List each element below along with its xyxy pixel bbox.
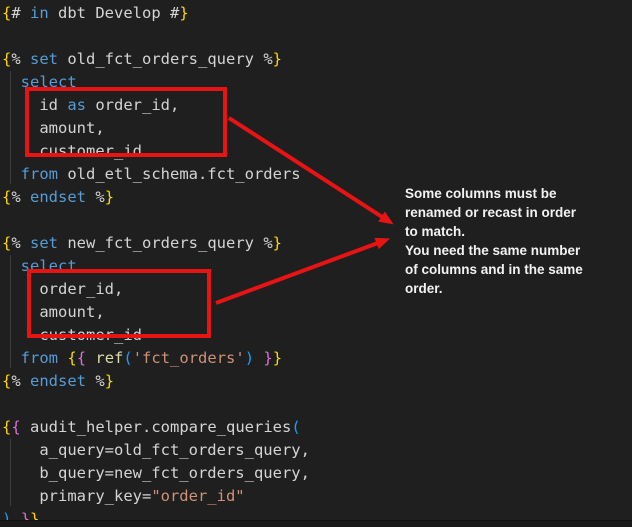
code-line: {{ audit_helper.compare_queries( bbox=[2, 416, 630, 439]
code-token: } bbox=[273, 50, 282, 68]
code-line: a_query=old_fct_orders_query, bbox=[2, 439, 630, 462]
code-token bbox=[2, 257, 21, 275]
code-token bbox=[254, 349, 263, 367]
code-token bbox=[86, 349, 95, 367]
indent-guide bbox=[10, 71, 11, 184]
panel-divider bbox=[0, 520, 632, 527]
annotation-note-line: renamed or recast in order bbox=[405, 203, 625, 222]
code-token: % bbox=[11, 50, 30, 68]
code-token: audit_helper.compare_queries bbox=[21, 418, 292, 436]
code-token: { bbox=[2, 372, 11, 390]
code-token: } bbox=[273, 349, 282, 367]
code-token: % bbox=[11, 372, 30, 390]
code-token: from bbox=[21, 349, 58, 367]
code-token: } bbox=[273, 234, 282, 252]
indent-guide bbox=[10, 255, 11, 368]
code-token: set bbox=[30, 234, 58, 252]
code-token: ( bbox=[123, 349, 132, 367]
code-line bbox=[2, 393, 630, 416]
code-line: {% set old_fct_orders_query %} bbox=[2, 48, 630, 71]
code-token: dbt Develop # bbox=[49, 4, 180, 22]
code-token: } bbox=[179, 4, 188, 22]
code-token: { bbox=[2, 50, 11, 68]
code-token: { bbox=[2, 4, 11, 22]
code-token: % bbox=[11, 234, 30, 252]
highlight-box-old-columns bbox=[25, 87, 227, 157]
code-token: old_etl_schema.fct_orders bbox=[58, 165, 301, 183]
code-line: {# in dbt Develop #} bbox=[2, 2, 630, 25]
code-token bbox=[2, 165, 21, 183]
code-token: } bbox=[105, 188, 114, 206]
code-token: } bbox=[105, 372, 114, 390]
code-token: { bbox=[2, 188, 11, 206]
code-token: from bbox=[21, 165, 58, 183]
code-token: } bbox=[263, 349, 272, 367]
code-token: ( bbox=[291, 418, 300, 436]
code-token: % bbox=[86, 188, 105, 206]
code-token: primary_key= bbox=[2, 487, 151, 505]
code-token: "order_id" bbox=[151, 487, 244, 505]
code-token: set bbox=[30, 50, 58, 68]
code-token: endset bbox=[30, 188, 86, 206]
code-token: 'fct_orders' bbox=[133, 349, 245, 367]
code-token: % bbox=[86, 372, 105, 390]
code-token bbox=[2, 349, 21, 367]
code-token bbox=[58, 349, 67, 367]
annotation-note-line: order. bbox=[405, 279, 625, 298]
code-token: b_query=new_fct_orders_query, bbox=[2, 464, 310, 482]
code-token: a_query=old_fct_orders_query, bbox=[2, 441, 310, 459]
annotation-note-line: Some columns must be bbox=[405, 184, 625, 203]
code-token: { bbox=[2, 234, 11, 252]
annotation-note-line: of columns and in the same bbox=[405, 260, 625, 279]
annotation-note: Some columns must be renamed or recast i… bbox=[405, 184, 625, 298]
code-line: from old_etl_schema.fct_orders bbox=[2, 163, 630, 186]
code-token: ) bbox=[245, 349, 254, 367]
code-token: in bbox=[30, 4, 49, 22]
code-line: from {{ ref('fct_orders') }} bbox=[2, 347, 630, 370]
annotation-note-line: to match. bbox=[405, 222, 625, 241]
code-line: primary_key="order_id" bbox=[2, 485, 630, 508]
code-token: # bbox=[11, 4, 30, 22]
code-token: { bbox=[2, 418, 11, 436]
indent-guide bbox=[10, 439, 11, 506]
code-line: {% endset %} bbox=[2, 370, 630, 393]
code-token: new_fct_orders_query % bbox=[58, 234, 273, 252]
code-line bbox=[2, 25, 630, 48]
code-token: endset bbox=[30, 372, 86, 390]
highlight-box-new-columns bbox=[27, 269, 211, 338]
code-token: { bbox=[67, 349, 76, 367]
code-token: { bbox=[77, 349, 86, 367]
code-line: b_query=new_fct_orders_query, bbox=[2, 462, 630, 485]
code-token: old_fct_orders_query % bbox=[58, 50, 273, 68]
code-token: ref bbox=[95, 349, 123, 367]
annotation-note-line: You need the same number bbox=[405, 241, 625, 260]
code-token: % bbox=[11, 188, 30, 206]
code-token bbox=[2, 73, 21, 91]
code-token: { bbox=[11, 418, 20, 436]
editor-screen: {# in dbt Develop #}{% set old_fct_order… bbox=[0, 0, 632, 527]
